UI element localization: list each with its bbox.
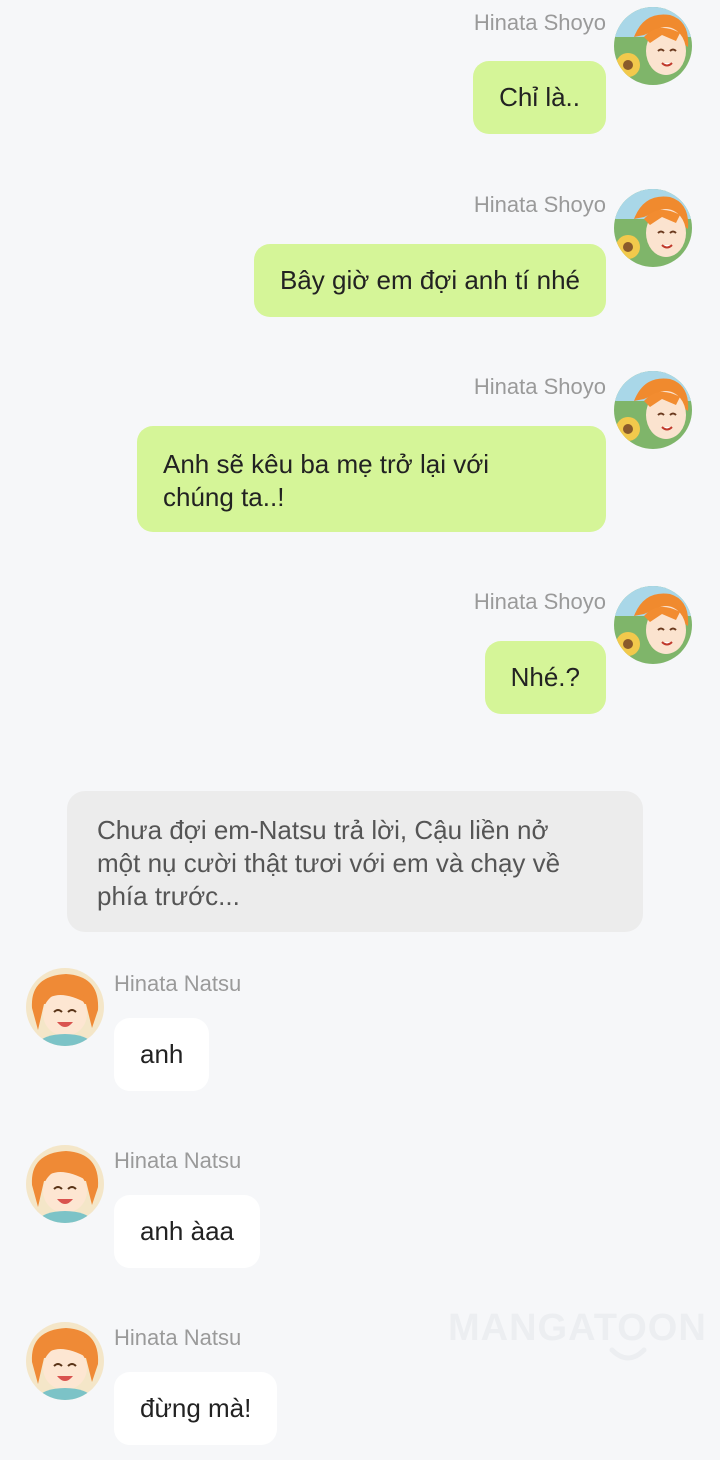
natsu-avatar-icon[interactable] — [26, 968, 104, 1046]
sender-name: Hinata Shoyo — [473, 589, 606, 614]
message-text: anh — [140, 1039, 184, 1069]
shoyo-avatar-icon[interactable] — [614, 189, 692, 267]
sender-name: Hinata Natsu — [114, 1325, 242, 1350]
sender-name: Hinata Shoyo — [473, 192, 606, 217]
message-text: Chỉ là.. — [499, 82, 580, 112]
message-text-line: chúng ta..! — [163, 482, 285, 512]
message-bubble: Nhé.? — [484, 641, 606, 714]
sender-name: Hinata Shoyo — [473, 10, 606, 35]
message-text: anh àaa — [140, 1216, 234, 1246]
watermark-smile-icon — [609, 1347, 647, 1361]
shoyo-avatar-icon[interactable] — [614, 371, 692, 449]
natsu-avatar-icon[interactable] — [26, 1322, 104, 1400]
message-bubble: Bây giờ em đợi anh tí nhé — [253, 244, 606, 317]
shoyo-avatar-icon[interactable] — [614, 586, 692, 664]
message-bubble: anh — [114, 1018, 210, 1091]
narration-line: phía trước... — [97, 881, 240, 911]
narration-box: Chưa đợi em-Natsu trả lời, Cậu liền nở m… — [67, 791, 643, 932]
natsu-avatar-icon[interactable] — [26, 1145, 104, 1223]
sender-name: Hinata Natsu — [114, 971, 242, 996]
message-bubble: anh àaa — [114, 1195, 260, 1268]
message-text: Nhé.? — [510, 662, 580, 692]
message-text: đừng mà! — [140, 1393, 252, 1423]
message-text: Bây giờ em đợi anh tí nhé — [279, 265, 580, 295]
message-bubble: Chỉ là.. — [473, 61, 606, 134]
shoyo-avatar-icon[interactable] — [614, 7, 692, 85]
narration-line: một nụ cười thật tươi với em và chạy về — [97, 848, 561, 878]
message-bubble: Anh sẽ kêu ba mẹ trở lại với chúng ta..! — [137, 426, 606, 532]
narration-line: Chưa đợi em-Natsu trả lời, Cậu liền nở — [97, 815, 549, 845]
mangatoon-watermark: MANGATOON — [448, 1307, 707, 1349]
sender-name: Hinata Shoyo — [473, 374, 606, 399]
sender-name: Hinata Natsu — [114, 1148, 242, 1173]
message-bubble: đừng mà! — [114, 1372, 278, 1445]
message-text-line: Anh sẽ kêu ba mẹ trở lại với — [163, 449, 490, 479]
